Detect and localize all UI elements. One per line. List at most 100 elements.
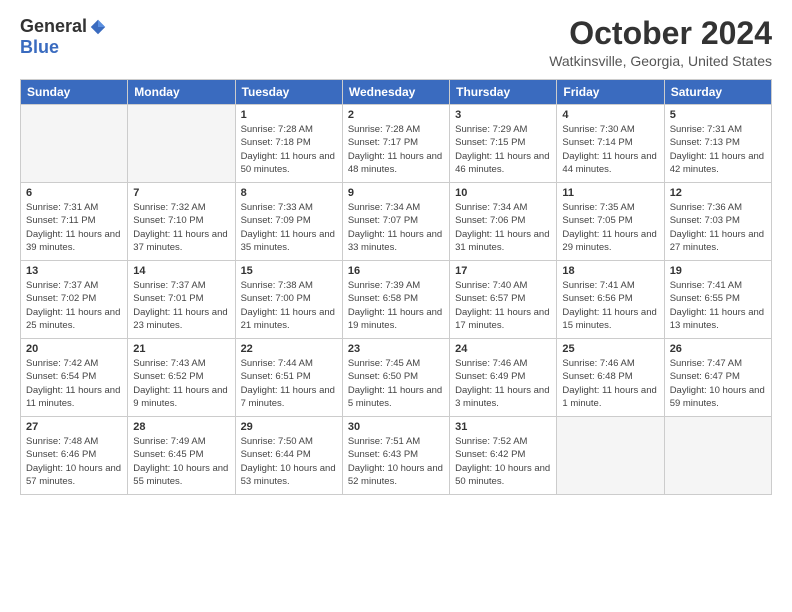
header-sunday: Sunday (21, 80, 128, 105)
day-number: 25 (562, 343, 658, 355)
day-detail: Sunrise: 7:28 AMSunset: 7:17 PMDaylight:… (348, 123, 444, 176)
calendar-table: SundayMondayTuesdayWednesdayThursdayFrid… (20, 79, 772, 495)
calendar-cell: 28 Sunrise: 7:49 AMSunset: 6:45 PMDayligh… (128, 417, 235, 495)
day-detail: Sunrise: 7:51 AMSunset: 6:43 PMDaylight:… (348, 435, 444, 488)
day-number: 30 (348, 421, 444, 433)
day-number: 13 (26, 265, 122, 277)
calendar-cell: 27 Sunrise: 7:48 AMSunset: 6:46 PMDayligh… (21, 417, 128, 495)
calendar-cell: 13Sunrise: 7:37 AMSunset: 7:02 PMDayligh… (21, 261, 128, 339)
day-number: 21 (133, 343, 229, 355)
day-detail: Sunrise: 7:47 AMSunset: 6:47 PMDaylight:… (670, 357, 766, 410)
day-detail: Sunrise: 7:40 AMSunset: 6:57 PMDaylight:… (455, 279, 551, 332)
day-number: 26 (670, 343, 766, 355)
day-number: 24 (455, 343, 551, 355)
calendar-cell: 3 Sunrise: 7:29 AMSunset: 7:15 PMDaylight… (450, 105, 557, 183)
day-number: 3 (455, 109, 551, 121)
day-detail: Sunrise: 7:32 AMSunset: 7:10 PMDaylight:… (133, 201, 229, 254)
calendar-cell: 21 Sunrise: 7:43 AMSunset: 6:52 PMDayligh… (128, 339, 235, 417)
day-detail: Sunrise: 7:46 AMSunset: 6:49 PMDaylight:… (455, 357, 551, 410)
day-detail: Sunrise: 7:43 AMSunset: 6:52 PMDaylight:… (133, 357, 229, 410)
calendar-cell: 2 Sunrise: 7:28 AMSunset: 7:17 PMDaylight… (342, 105, 449, 183)
day-number: 20 (26, 343, 122, 355)
day-number: 15 (241, 265, 337, 277)
day-number: 27 (26, 421, 122, 433)
day-detail: Sunrise: 7:36 AMSunset: 7:03 PMDaylight:… (670, 201, 766, 254)
calendar-cell: 31 Sunrise: 7:52 AMSunset: 6:42 PMDayligh… (450, 417, 557, 495)
day-number: 2 (348, 109, 444, 121)
calendar-cell: 14Sunrise: 7:37 AMSunset: 7:01 PMDayligh… (128, 261, 235, 339)
calendar-cell: 30 Sunrise: 7:51 AMSunset: 6:43 PMDayligh… (342, 417, 449, 495)
day-detail: Sunrise: 7:46 AMSunset: 6:48 PMDaylight:… (562, 357, 658, 410)
header-friday: Friday (557, 80, 664, 105)
calendar-cell: 25 Sunrise: 7:46 AMSunset: 6:48 PMDayligh… (557, 339, 664, 417)
calendar-cell: 6Sunrise: 7:31 AMSunset: 7:11 PMDaylight… (21, 183, 128, 261)
day-detail: Sunrise: 7:42 AMSunset: 6:54 PMDaylight:… (26, 357, 122, 410)
day-detail: Sunrise: 7:30 AMSunset: 7:14 PMDaylight:… (562, 123, 658, 176)
day-number: 12 (670, 187, 766, 199)
calendar-cell: 7 Sunrise: 7:32 AMSunset: 7:10 PMDaylight… (128, 183, 235, 261)
calendar-cell: 1 Sunrise: 7:28 AMSunset: 7:18 PMDaylight… (235, 105, 342, 183)
calendar-cell: 26 Sunrise: 7:47 AMSunset: 6:47 PMDayligh… (664, 339, 771, 417)
logo-general: General (20, 16, 87, 37)
day-number: 5 (670, 109, 766, 121)
calendar-cell: 10Sunrise: 7:34 AMSunset: 7:06 PMDayligh… (450, 183, 557, 261)
day-number: 23 (348, 343, 444, 355)
day-detail: Sunrise: 7:34 AMSunset: 7:06 PMDaylight:… (455, 201, 551, 254)
day-number: 16 (348, 265, 444, 277)
calendar-cell (128, 105, 235, 183)
day-detail: Sunrise: 7:31 AMSunset: 7:11 PMDaylight:… (26, 201, 122, 254)
calendar-cell: 29 Sunrise: 7:50 AMSunset: 6:44 PMDayligh… (235, 417, 342, 495)
day-detail: Sunrise: 7:41 AMSunset: 6:55 PMDaylight:… (670, 279, 766, 332)
day-number: 22 (241, 343, 337, 355)
day-detail: Sunrise: 7:29 AMSunset: 7:15 PMDaylight:… (455, 123, 551, 176)
calendar-cell: 15 Sunrise: 7:38 AMSunset: 7:00 PMDayligh… (235, 261, 342, 339)
logo: General Blue (20, 16, 107, 58)
day-number: 14 (133, 265, 229, 277)
calendar-cell: 12 Sunrise: 7:36 AMSunset: 7:03 PMDayligh… (664, 183, 771, 261)
day-number: 19 (670, 265, 766, 277)
logo-icon (89, 18, 107, 36)
day-detail: Sunrise: 7:38 AMSunset: 7:00 PMDaylight:… (241, 279, 337, 332)
day-number: 8 (241, 187, 337, 199)
calendar-cell: 22 Sunrise: 7:44 AMSunset: 6:51 PMDayligh… (235, 339, 342, 417)
header-tuesday: Tuesday (235, 80, 342, 105)
day-number: 31 (455, 421, 551, 433)
day-detail: Sunrise: 7:49 AMSunset: 6:45 PMDaylight:… (133, 435, 229, 488)
calendar-cell: 9Sunrise: 7:34 AMSunset: 7:07 PMDaylight… (342, 183, 449, 261)
calendar-cell: 4 Sunrise: 7:30 AMSunset: 7:14 PMDaylight… (557, 105, 664, 183)
logo-blue: Blue (20, 37, 59, 58)
day-number: 1 (241, 109, 337, 121)
calendar-cell (664, 417, 771, 495)
day-detail: Sunrise: 7:45 AMSunset: 6:50 PMDaylight:… (348, 357, 444, 410)
day-detail: Sunrise: 7:28 AMSunset: 7:18 PMDaylight:… (241, 123, 337, 176)
day-number: 17 (455, 265, 551, 277)
header-saturday: Saturday (664, 80, 771, 105)
day-detail: Sunrise: 7:48 AMSunset: 6:46 PMDaylight:… (26, 435, 122, 488)
calendar-cell: 20 Sunrise: 7:42 AMSunset: 6:54 PMDayligh… (21, 339, 128, 417)
calendar-cell: 19 Sunrise: 7:41 AMSunset: 6:55 PMDayligh… (664, 261, 771, 339)
day-detail: Sunrise: 7:33 AMSunset: 7:09 PMDaylight:… (241, 201, 337, 254)
calendar-cell: 24 Sunrise: 7:46 AMSunset: 6:49 PMDayligh… (450, 339, 557, 417)
day-number: 7 (133, 187, 229, 199)
day-number: 29 (241, 421, 337, 433)
month-title: October 2024 (549, 16, 772, 51)
day-detail: Sunrise: 7:50 AMSunset: 6:44 PMDaylight:… (241, 435, 337, 488)
day-detail: Sunrise: 7:39 AMSunset: 6:58 PMDaylight:… (348, 279, 444, 332)
calendar-cell: 18 Sunrise: 7:41 AMSunset: 6:56 PMDayligh… (557, 261, 664, 339)
day-number: 4 (562, 109, 658, 121)
calendar-cell: 23 Sunrise: 7:45 AMSunset: 6:50 PMDayligh… (342, 339, 449, 417)
calendar-cell: 17 Sunrise: 7:40 AMSunset: 6:57 PMDayligh… (450, 261, 557, 339)
day-detail: Sunrise: 7:44 AMSunset: 6:51 PMDaylight:… (241, 357, 337, 410)
day-number: 28 (133, 421, 229, 433)
day-detail: Sunrise: 7:35 AMSunset: 7:05 PMDaylight:… (562, 201, 658, 254)
page-header: General Blue October 2024 Watkinsville, … (20, 16, 772, 69)
title-block: October 2024 Watkinsville, Georgia, Unit… (549, 16, 772, 69)
day-detail: Sunrise: 7:41 AMSunset: 6:56 PMDaylight:… (562, 279, 658, 332)
location-title: Watkinsville, Georgia, United States (549, 53, 772, 69)
header-monday: Monday (128, 80, 235, 105)
day-number: 18 (562, 265, 658, 277)
day-detail: Sunrise: 7:34 AMSunset: 7:07 PMDaylight:… (348, 201, 444, 254)
day-number: 11 (562, 187, 658, 199)
day-detail: Sunrise: 7:31 AMSunset: 7:13 PMDaylight:… (670, 123, 766, 176)
day-detail: Sunrise: 7:52 AMSunset: 6:42 PMDaylight:… (455, 435, 551, 488)
